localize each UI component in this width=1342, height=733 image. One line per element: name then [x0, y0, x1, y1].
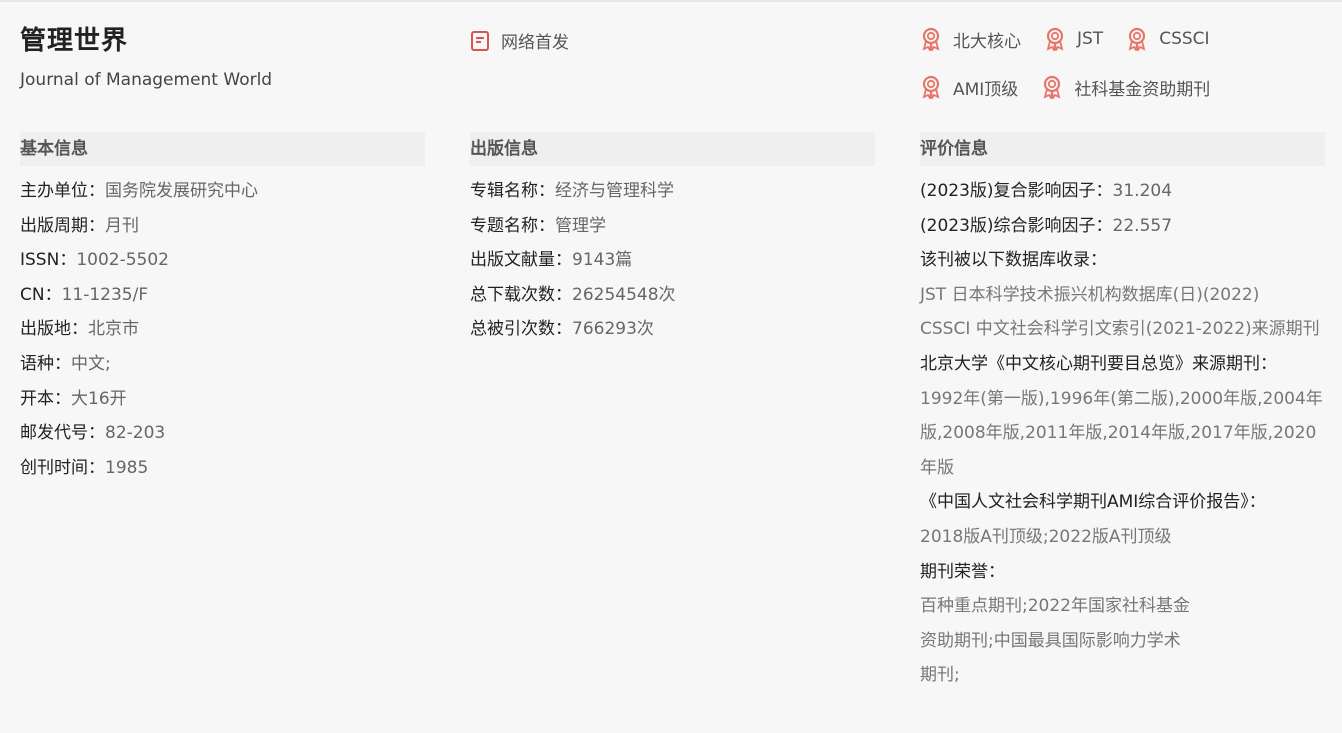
info-value: 1002-5502 — [76, 250, 169, 271]
info-key: 语种： — [20, 353, 71, 374]
info-row-postal-code: 邮发代号：82-203 — [20, 416, 425, 451]
network-first-link[interactable]: 网络首发 — [471, 28, 569, 53]
database-cssci: CSSCI 中文社会科学引文索引(2021-2022)来源期刊 — [920, 319, 1320, 340]
badge-social-science-fund: 社科基金资助期刊 — [1040, 75, 1210, 100]
info-row-topic: 专题名称：管理学 — [470, 209, 875, 244]
info-row-composite-if: (2023版)复合影响因子：31.204 — [920, 174, 1325, 209]
badge-label: JST — [1077, 29, 1104, 49]
info-row-series: 专辑名称：经济与管理科学 — [470, 174, 875, 209]
info-key: 出版地： — [20, 319, 88, 340]
badge-list: 北大核心 JST CSSCI AMI顶级 社科基金资助期刊 — [919, 26, 1339, 122]
network-first-label: 网络首发 — [501, 33, 569, 53]
info-key: ISSN： — [20, 250, 77, 271]
info-value: 月刊 — [105, 215, 139, 236]
info-value: 北京市 — [88, 319, 139, 340]
badge-label: 北大核心 — [953, 31, 1021, 52]
info-key: 主办单位： — [20, 181, 105, 201]
info-row-issn: ISSN：1002-5502 — [20, 243, 425, 278]
info-value: 22.557 — [1112, 215, 1173, 236]
medal-icon — [1043, 75, 1061, 99]
badge-row-1: 北大核心 JST CSSCI — [919, 26, 1339, 52]
honor-label: 期刊荣誉： — [920, 561, 1005, 582]
info-row-citations: 总被引次数：766293次 — [470, 312, 875, 347]
section-heading: 出版信息 — [470, 132, 875, 166]
info-value: 9143篇 — [572, 250, 633, 271]
top-divider — [0, 0, 1342, 2]
info-value: 766293次 — [572, 319, 654, 340]
info-value: 26254548次 — [572, 284, 676, 305]
badge-jst: JST — [1043, 27, 1103, 51]
info-value: 管理学 — [555, 215, 606, 236]
medal-icon — [922, 75, 940, 99]
info-value: 经济与管理科学 — [555, 181, 674, 201]
badge-label: AMI顶级 — [953, 79, 1019, 100]
badge-label: CSSCI — [1159, 29, 1210, 49]
honor-value: 百种重点期刊;2022年国家社科基金资助期刊;中国最具国际影响力学术期刊; — [920, 596, 1190, 686]
info-row-frequency: 出版周期：月刊 — [20, 209, 425, 244]
ami-value: 2018版A刊顶级;2022版A刊顶级 — [920, 526, 1172, 547]
info-value: 大16开 — [71, 388, 127, 409]
info-value: 1985 — [105, 457, 149, 478]
journal-title: 管理世界 — [20, 26, 129, 56]
pku-core-label: 北京大学《中文核心期刊要目总览》来源期刊： — [920, 353, 1277, 374]
badge-pku-core: 北大核心 — [919, 27, 1021, 52]
info-key: 专题名称： — [470, 215, 555, 236]
info-key: 出版文献量： — [470, 250, 572, 271]
medal-icon — [1128, 27, 1146, 51]
basic-info-list: 主办单位：国务院发展研究中心 出版周期：月刊 ISSN：1002-5502 CN… — [20, 174, 425, 485]
info-row-downloads: 总下载次数：26254548次 — [470, 278, 875, 313]
info-key: 创刊时间： — [20, 457, 105, 478]
badge-ami-top: AMI顶级 — [919, 75, 1018, 100]
info-key: 邮发代号： — [20, 423, 105, 444]
info-key: 专辑名称： — [470, 181, 555, 201]
section-heading-text: 出版信息 — [470, 139, 538, 159]
basic-info-section: 基本信息 主办单位：国务院发展研究中心 出版周期：月刊 ISSN：1002-55… — [20, 132, 425, 485]
evaluation-info-list: (2023版)复合影响因子：31.204 (2023版)综合影响因子：22.55… — [920, 174, 1325, 693]
info-row-format: 开本：大16开 — [20, 382, 425, 417]
database-label: 该刊被以下数据库收录： — [920, 250, 1107, 271]
info-key: 开本： — [20, 388, 71, 409]
info-key: CN： — [20, 284, 62, 305]
info-value: 31.204 — [1112, 181, 1173, 201]
journal-subtitle: Journal of Management World — [20, 70, 273, 90]
info-value: 82-203 — [105, 423, 166, 444]
info-key: (2023版)综合影响因子： — [920, 215, 1113, 236]
publish-info-section: 出版信息 专辑名称：经济与管理科学 专题名称：管理学 出版文献量：9143篇 总… — [470, 132, 875, 347]
pku-core-years: 1992年(第一版),1996年(第二版),2000年版,2004年版,2008… — [920, 388, 1323, 478]
info-key: 总被引次数： — [470, 319, 572, 340]
document-icon — [471, 30, 489, 51]
section-heading: 基本信息 — [20, 132, 425, 166]
info-key: 出版周期： — [20, 215, 105, 236]
badge-row-2: AMI顶级 社科基金资助期刊 — [919, 74, 1339, 100]
info-row-language: 语种：中文; — [20, 347, 425, 382]
database-jst: JST 日本科学技术振兴机构数据库(日)(2022) — [920, 284, 1260, 305]
info-key: 总下载次数： — [470, 284, 572, 305]
section-heading-text: 基本信息 — [20, 139, 88, 159]
info-value: 国务院发展研究中心 — [105, 181, 258, 201]
info-row-article-count: 出版文献量：9143篇 — [470, 243, 875, 278]
info-row-sponsor: 主办单位：国务院发展研究中心 — [20, 174, 425, 209]
medal-icon — [922, 27, 940, 51]
info-row-place: 出版地：北京市 — [20, 312, 425, 347]
info-value: 中文; — [71, 353, 111, 374]
section-heading: 评价信息 — [920, 132, 1325, 166]
info-value: 11-1235/F — [61, 284, 149, 305]
publish-info-list: 专辑名称：经济与管理科学 专题名称：管理学 出版文献量：9143篇 总下载次数：… — [470, 174, 875, 347]
badge-cssci: CSSCI — [1125, 27, 1210, 51]
badge-label: 社科基金资助期刊 — [1074, 79, 1211, 100]
section-heading-text: 评价信息 — [920, 139, 988, 159]
info-row-comprehensive-if: (2023版)综合影响因子：22.557 — [920, 209, 1325, 244]
medal-icon — [1046, 27, 1064, 51]
info-key: (2023版)复合影响因子： — [920, 181, 1113, 201]
info-row-cn: CN：11-1235/F — [20, 278, 425, 313]
evaluation-info-section: 评价信息 (2023版)复合影响因子：31.204 (2023版)综合影响因子：… — [920, 132, 1325, 693]
ami-label: 《中国人文社会科学期刊AMI综合评价报告》： — [920, 492, 1266, 513]
info-row-founded: 创刊时间：1985 — [20, 451, 425, 486]
